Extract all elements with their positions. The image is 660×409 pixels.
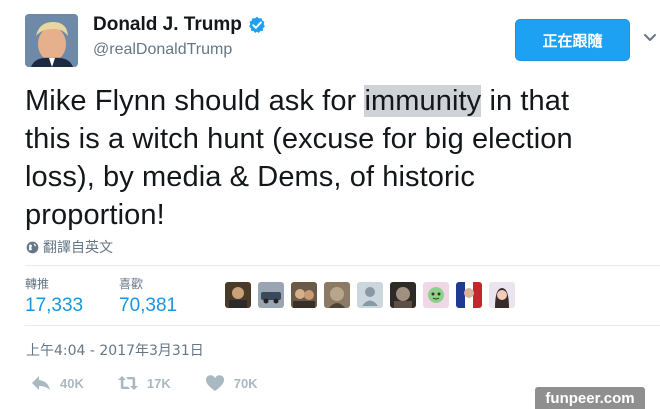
liker-avatar[interactable] [489,282,515,308]
liker-avatar[interactable] [324,282,350,308]
highlighted-word: immunity [364,85,482,117]
retweets-label: 轉推 [25,277,50,291]
likes-label: 喜歡 [119,277,144,291]
liker-avatars [225,282,522,308]
liker-avatar[interactable] [258,282,284,308]
liker-avatar-image [423,282,449,308]
retweets-stat[interactable]: 轉推 17,333 [25,275,83,317]
divider [25,265,660,266]
default-egg-avatar-image [357,282,383,308]
tweet-timestamp[interactable]: 上午4:04 - 2017年3月31日 [26,340,204,360]
tweet-line-1: Mike Flynn should ask for immunity in th… [25,82,655,120]
liker-avatar[interactable] [456,282,482,308]
liker-avatar-image [456,282,482,308]
retweets-count: 17,333 [25,295,84,316]
retweet-button[interactable]: 17K [117,374,171,392]
tweet-line-3: loss), by media & Dems, of historic [25,161,475,193]
tweet-text-part: in that [481,85,570,117]
author-name-row: Donald J. Trump [93,14,266,36]
globe-icon [26,241,39,253]
watermark-label: funpeer.com [535,387,645,409]
liker-avatar[interactable] [291,282,317,308]
liker-avatar-image [324,282,350,308]
liker-avatar-image [225,282,251,308]
reply-icon [32,376,50,390]
avatar[interactable] [25,14,78,67]
retweet-count: 17K [146,375,171,391]
tweet-text: Mike Flynn should ask for immunity in th… [25,82,655,234]
following-button[interactable]: 正在跟隨 [515,19,630,61]
likes-count: 70,381 [119,295,178,316]
likes-stat[interactable]: 喜歡 70,381 [119,275,177,317]
retweet-icon [117,376,138,390]
liker-avatar-image [489,282,515,308]
liker-avatar[interactable] [225,282,251,308]
tweet-actions: 40K 17K 70K [30,374,291,392]
display-name[interactable]: Donald J. Trump [93,14,242,36]
tweet-line-4: proportion! [25,199,165,231]
heart-icon [205,375,224,391]
like-button[interactable]: 70K [204,374,258,392]
verified-badge-icon [248,16,265,33]
tweet-line-2: this is a witch hunt (excuse for big ele… [25,123,573,155]
translate-label: 翻譯自英文 [43,240,113,256]
chevron-down-icon[interactable] [640,26,660,50]
user-handle[interactable]: @realDonaldTrump [93,41,232,59]
liker-avatar[interactable] [357,282,383,308]
liker-avatar-image [291,282,317,308]
divider [25,325,660,326]
translate-link[interactable]: 翻譯自英文 [26,237,113,257]
tweet-text-part: Mike Flynn should ask for [25,85,365,117]
liker-avatar[interactable] [390,282,416,308]
liker-avatar-image [258,282,284,308]
liker-avatar[interactable] [423,282,449,308]
liker-avatar-image [390,282,416,308]
reply-button[interactable]: 40K [30,374,84,392]
like-count: 70K [233,375,258,391]
reply-count: 40K [60,375,84,391]
avatar-portrait-image [25,14,78,67]
